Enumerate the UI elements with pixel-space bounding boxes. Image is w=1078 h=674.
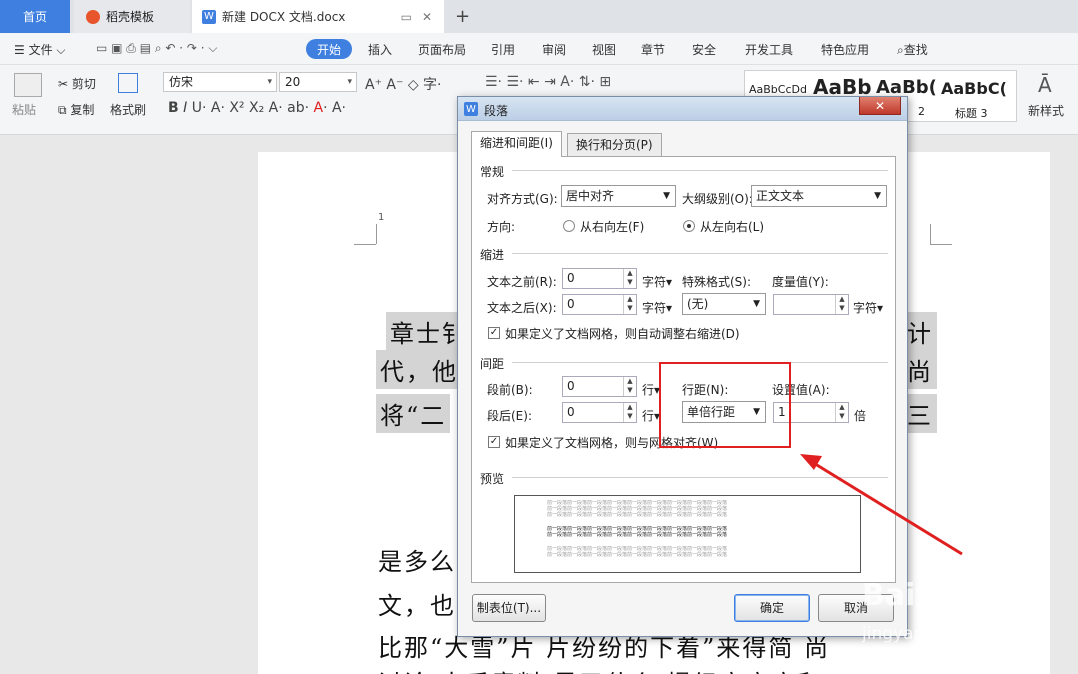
watermark-logo: Bai经验: [862, 578, 976, 613]
watermark-url: jingyan.baidu.com: [862, 624, 1019, 644]
tab-indent-spacing[interactable]: 缩进和间距(I): [471, 131, 562, 157]
